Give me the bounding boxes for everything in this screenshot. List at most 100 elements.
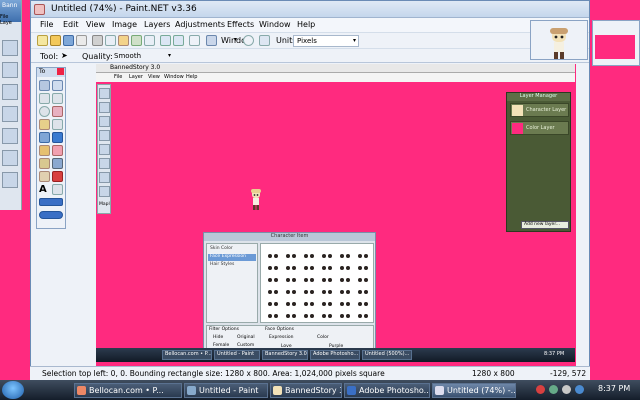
window-title: Untitled (74%) - Paint.NET v3.36: [51, 4, 197, 14]
rectangle-select-icon[interactable]: [39, 80, 50, 91]
clone-stamp-icon[interactable]: [52, 158, 63, 169]
new-icon[interactable]: [37, 35, 48, 46]
text-icon[interactable]: A: [39, 184, 50, 195]
move-selection-icon[interactable]: [52, 93, 63, 104]
paste-icon[interactable]: [118, 35, 129, 46]
face-expression-icon: [357, 264, 369, 272]
navigator-preview[interactable]: [595, 35, 635, 59]
rectangle-icon[interactable]: [39, 198, 63, 206]
thumb-icon[interactable]: [2, 84, 18, 100]
taskbar-item[interactable]: BannedStory 3.0: [270, 383, 342, 398]
redo-icon[interactable]: [173, 35, 184, 46]
face-expression-icon: [303, 288, 315, 296]
face-expression-icon: [339, 312, 351, 320]
rulers-icon[interactable]: [259, 35, 270, 46]
embedded-menu-bar: File Layer View Window Help: [96, 73, 575, 82]
tool-label: Tool:: [40, 52, 59, 61]
move-selection-icon[interactable]: ➤: [61, 51, 72, 62]
lasso-icon[interactable]: [39, 93, 50, 104]
taskbar-item[interactable]: Adobe Photosho...: [344, 383, 430, 398]
thumb-icon[interactable]: [2, 172, 18, 188]
tool-options-bar: Tool: ➤ Quality: Smooth ▾: [31, 48, 589, 63]
face-expression-icon: [303, 276, 315, 284]
tray-icon[interactable]: [549, 385, 558, 394]
embedded-menu-window: Window: [164, 74, 184, 80]
thumb-icon[interactable]: [2, 150, 18, 166]
taskbar-item[interactable]: Bellocan.com • P...: [74, 383, 182, 398]
face-expression-icon: [339, 252, 351, 260]
navigator-panel[interactable]: [592, 20, 640, 66]
print-icon[interactable]: [76, 35, 87, 46]
quality-select[interactable]: Smooth ▾: [111, 51, 173, 63]
taskbar-item-active[interactable]: Untitled (74%) -...: [432, 383, 516, 398]
copy-icon[interactable]: [105, 35, 116, 46]
face-expression-icon: [285, 264, 297, 272]
menu-adjustments[interactable]: Adjustments: [175, 20, 225, 29]
recolor-icon[interactable]: [52, 171, 63, 182]
face-expression-grid: [260, 243, 374, 323]
taskbar-item-label: Adobe Photosho...: [359, 386, 430, 395]
eraser-icon[interactable]: [52, 145, 63, 156]
menu-layers[interactable]: Layers: [144, 20, 170, 29]
open-icon[interactable]: [50, 35, 61, 46]
title-bar[interactable]: Untitled (74%) - Paint.NET v3.36: [31, 1, 589, 18]
face-expression-icon: [321, 252, 333, 260]
background-app-window[interactable]: Bann File Laye: [0, 0, 22, 210]
tray-icon[interactable]: [536, 385, 545, 394]
menu-effects[interactable]: Effects: [227, 20, 254, 29]
menu-image[interactable]: Image: [112, 20, 137, 29]
menu-edit[interactable]: Edit: [63, 20, 79, 29]
gradient-icon[interactable]: [52, 132, 63, 143]
window-icon[interactable]: [206, 35, 217, 46]
save-icon[interactable]: [63, 35, 74, 46]
background-menu-layer[interactable]: Laye: [0, 20, 12, 26]
clock[interactable]: 8:37 PM: [598, 384, 630, 393]
pan-icon[interactable]: [52, 119, 63, 130]
line-icon[interactable]: [52, 184, 63, 195]
ellipse-select-icon[interactable]: [39, 106, 50, 117]
thumb-icon: [99, 116, 110, 127]
move-icon[interactable]: [52, 80, 63, 91]
taskbar-item-label: BannedStory 3.0: [285, 386, 341, 395]
face-expression-icon: [303, 264, 315, 272]
layer-row: Color Layer: [510, 121, 569, 135]
paint-bucket-icon[interactable]: [39, 132, 50, 143]
thumb-icon[interactable]: [2, 128, 18, 144]
face-expression-icon: [321, 276, 333, 284]
volume-icon[interactable]: [562, 385, 571, 394]
start-button[interactable]: [2, 381, 24, 399]
face-expression-icon: [357, 312, 369, 320]
menu-file[interactable]: File: [40, 20, 53, 29]
thumb-icon[interactable]: [2, 62, 18, 78]
magic-wand-icon[interactable]: [39, 119, 50, 130]
undo-icon[interactable]: [160, 35, 171, 46]
crop-icon[interactable]: [131, 35, 142, 46]
face-expression-icon: [357, 252, 369, 260]
menu-view[interactable]: View: [86, 20, 105, 29]
menu-help[interactable]: Help: [297, 20, 315, 29]
face-expression-icon: [339, 300, 351, 308]
original-option: Original: [237, 335, 255, 340]
image-size: 1280 x 800: [472, 369, 515, 378]
paintbrush-icon[interactable]: [39, 145, 50, 156]
cut-icon[interactable]: [92, 35, 103, 46]
color-picker-icon[interactable]: [39, 171, 50, 182]
zoom-icon[interactable]: [243, 35, 254, 46]
network-icon[interactable]: [575, 385, 584, 394]
close-icon[interactable]: [57, 68, 64, 75]
taskbar-item[interactable]: Untitled - Paint: [184, 383, 268, 398]
thumb-icon[interactable]: [2, 106, 18, 122]
zoom-tool-icon[interactable]: [52, 106, 63, 117]
quality-label: Quality:: [82, 52, 113, 61]
thumb-icon[interactable]: [2, 40, 18, 56]
units-select[interactable]: Pixels ▾: [293, 35, 359, 47]
face-expression-icon: [285, 252, 297, 260]
grid-icon[interactable]: [189, 35, 200, 46]
face-expression-icon: [285, 276, 297, 284]
chevron-down-icon: ▾: [167, 52, 171, 59]
menu-window[interactable]: Window: [259, 20, 291, 29]
deselect-icon[interactable]: [144, 35, 155, 46]
rounded-rectangle-icon[interactable]: [39, 211, 63, 219]
pencil-icon[interactable]: [39, 158, 50, 169]
quality-value: Smooth: [114, 52, 142, 60]
